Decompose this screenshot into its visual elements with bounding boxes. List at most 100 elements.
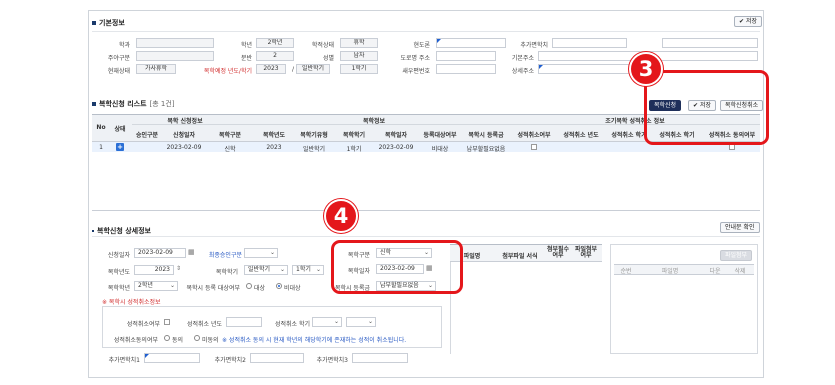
cancel-year-label: 성적취소 년도 [186,321,222,328]
zip-label: 새우편번호 [402,68,430,75]
callout-badge-4: 4 [324,199,358,233]
daynight-field[interactable] [136,51,214,61]
extra3-field[interactable] [352,353,408,363]
agree-label: 성적취소동의여부 [113,337,158,344]
guide-confirm-button[interactable]: 안내문 확인 [720,222,760,233]
dept-field[interactable] [136,38,214,48]
divider [92,31,760,32]
col-delete: 삭제 [734,268,746,275]
list-title: 복학신청 리스트 [총 1건] [92,99,175,109]
road-addr-field[interactable] [436,51,496,61]
col-seq: 순번 [620,268,632,275]
return-year-label: 복학예정 년도/학기 [203,68,252,75]
detail-addr-label: 상세주소 [511,68,534,75]
extra-field[interactable] [552,38,627,48]
extra1-field[interactable] [144,353,200,363]
calendar-icon[interactable]: ▦ [188,248,195,256]
col-cancel-year: 성적취소 년도 [563,132,599,139]
detail-title: 복학신청 상세정보 [92,226,151,236]
col-return-kind: 복학구분 [218,132,242,139]
grade-field[interactable]: 2학년 [256,38,294,48]
row-term-type: 일반학기 [302,146,326,153]
gender-label: 성별 [322,55,334,62]
apply-date-label: 신청일자 [107,252,130,259]
apply-date-field[interactable]: 2023-02-09 [134,248,186,258]
row-return-year: 2023 [266,144,282,151]
extra-field-2[interactable] [662,38,758,48]
status-field[interactable]: 휴학 [340,38,378,48]
divider [92,236,760,237]
radio-disagree[interactable] [194,335,200,341]
radio-disagree-label: 미동의 [202,337,219,344]
col-file-format: 첨부파일 서식 [502,253,538,260]
status-label: 학적상태 [311,42,334,49]
stepper-icon[interactable]: ⇕ [176,265,181,272]
radio-target-label: 대상 [254,285,266,292]
cancel-term-select-1[interactable]: ⌄ [312,317,342,327]
grade-select[interactable]: 2학년 ⌄ [134,281,178,291]
section-bullet-icon [92,230,94,232]
col-term-type: 복학기유형 [300,132,328,139]
col-apply-date: 신청일자 [172,132,196,139]
road-addr-label: 도로명 주소 [400,55,430,62]
agree-note: ※ 성적취소 동의 시 현재 학년의 해당학기에 존재하는 성적이 취소됩니다. [222,337,407,344]
detail-addr-field[interactable] [538,64,638,74]
callout-badge-3: 3 [629,52,663,86]
reg-target-label: 복학시 등록 대상여부 [186,285,241,292]
return-year-field[interactable]: 2023 [256,64,286,74]
cancel-info-note: ※ 복학시 성적취소정보 [102,299,161,306]
row-cancel-checkbox[interactable] [531,144,537,150]
expand-icon[interactable]: + [116,143,124,151]
approve-select[interactable]: ⌄ [244,248,278,258]
radio-nontarget[interactable] [276,283,282,289]
class-label: 분반 [240,55,252,62]
term-type-select[interactable]: 일반학기 ⌄ [244,265,288,275]
section-bullet-icon [92,102,96,106]
term-select[interactable]: 1학기 ⌄ [292,265,324,275]
col-file-attached: 파일첨부 여부 [574,246,598,259]
ret-year-field[interactable]: 2023 [134,265,174,275]
cancel-year-field[interactable] [226,317,262,327]
extra1-label: 추가면학치1 [108,357,140,364]
current-status-field[interactable]: 가사휴학 [136,64,176,74]
radio-target[interactable] [246,283,252,289]
ret-year-label: 복학년도 [107,269,130,276]
separator: / [291,66,294,73]
callout-box-3 [644,70,769,145]
col-reg-target: 등록대상여부 [423,132,457,139]
grade-label: 학년 [240,42,252,49]
term-field[interactable]: 1학기 [340,64,378,74]
cancel-yn-checkbox[interactable] [164,319,170,325]
attach-file-button[interactable]: 파일첨부 [720,250,753,261]
extra2-field[interactable] [250,353,304,363]
daynight-label: 주야구분 [107,55,130,62]
col-return-date: 복학일자 [384,132,408,139]
zip-field[interactable] [436,64,496,74]
col-state: 상태 [114,126,126,133]
col-return-term: 복학학기 [342,132,366,139]
extra3-label: 추가면학치3 [316,357,348,364]
current-status-label: 현재상태 [107,68,130,75]
class-field[interactable]: 2 [256,51,294,61]
col-download: 다운 [709,268,721,275]
extra2-label: 추가면학치2 [214,357,246,364]
row-reg-target: 비대상 [431,146,449,153]
list-count: [총 1건] [149,100,175,108]
term-type-field[interactable]: 일반학기 [296,64,330,74]
gender-field[interactable]: 남자 [340,51,378,61]
row-apply-date: 2023-02-09 [166,144,202,151]
col-return-fee: 복학시 등록금 [468,132,504,139]
col-approval: 승인구분 [135,132,159,139]
row-return-kind: 신학 [224,146,236,153]
cancel-term-select-2[interactable]: ⌄ [346,317,376,327]
radio-agree[interactable] [164,335,170,341]
approve-label: 최종승인구분 [208,252,242,259]
row-return-term: 1학기 [346,146,362,153]
ret-term-label: 복학학기 [215,269,238,276]
row-return-fee: 납부할필요없음 [466,146,506,153]
bankbook-field[interactable] [436,38,506,48]
basic-save-button[interactable]: ✔ 저장 [734,16,762,27]
col-no: No [96,124,106,131]
basic-info-title: 기본정보 [92,18,125,28]
col-file-required: 첨부필수 여부 [546,246,570,259]
